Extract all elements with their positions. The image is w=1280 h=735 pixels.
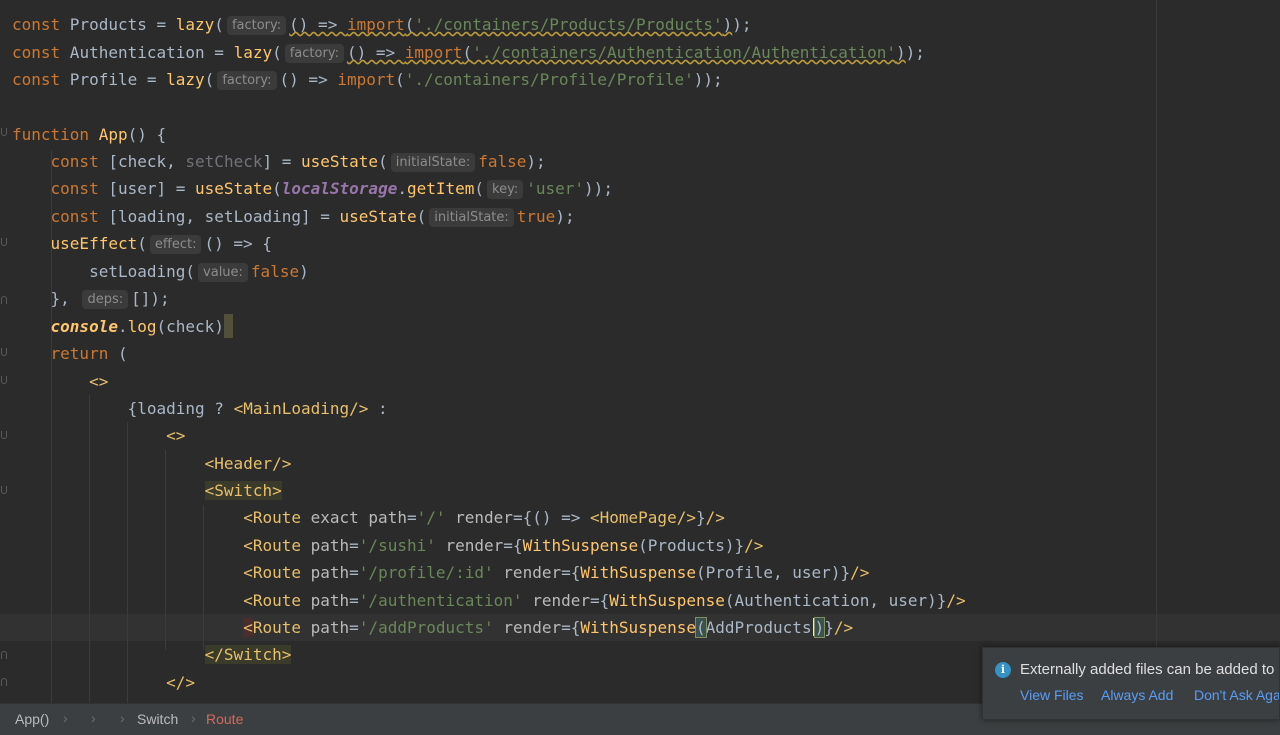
chevron-right-icon: › [91,710,96,726]
code-line[interactable]: const [loading, setLoading] = useState(i… [12,203,575,230]
param-hint: value: [198,263,248,282]
fold-marker-icon[interactable] [1,348,7,356]
param-hint: factory: [226,16,287,35]
code-line[interactable]: const Authentication = lazy(factory:() =… [12,39,925,66]
always-add-link[interactable]: Always Add [1101,687,1173,703]
code-line[interactable]: function App() { [12,121,166,148]
code-line[interactable]: <Header/> [12,450,292,477]
right-margin-guide [1156,0,1157,703]
param-hint: factory: [284,44,344,63]
breadcrumb-item-app[interactable]: App() [15,711,49,727]
fold-marker-icon[interactable] [1,376,7,384]
fold-gutter [0,0,12,703]
code-editor[interactable]: const Products = lazy(factory:() => impo… [0,0,1280,703]
code-line[interactable]: setLoading(value: false) [12,258,309,285]
param-hint: initialState: [429,208,514,227]
param-hint: initialState: [390,153,476,172]
view-files-link[interactable]: View Files [1020,687,1084,703]
param-hint: key: [487,180,524,199]
fold-marker-icon[interactable] [1,238,7,246]
fold-marker-icon[interactable] [1,128,7,136]
fold-marker-icon[interactable] [1,678,7,686]
fold-marker-icon[interactable] [1,486,7,494]
fold-marker-icon[interactable] [1,296,7,304]
param-hint: factory: [217,71,277,90]
chevron-right-icon: › [120,710,125,726]
code-line[interactable]: return ( [12,340,128,367]
code-line[interactable]: <Route path='/addProducts' render={WithS… [12,614,853,641]
breadcrumb-item-route[interactable]: Route [206,711,243,727]
code-line[interactable]: <Switch> [12,477,282,504]
code-line[interactable]: const Profile = lazy(factory:() => impor… [12,66,723,93]
fold-marker-icon[interactable] [1,431,7,439]
code-line[interactable]: <Route path='/profile/:id' render={WithS… [12,559,869,586]
git-notification-balloon[interactable]: i Externally added files can be added to… [982,647,1280,720]
notification-message: Externally added files can be added to G… [1020,661,1280,678]
code-line[interactable]: console.log(check) [12,313,233,340]
info-icon: i [995,662,1011,678]
fold-marker-icon[interactable] [1,651,7,659]
chevron-right-icon: › [191,710,196,726]
param-hint: effect: [149,235,202,254]
code-line[interactable]: <Route path='/sushi' render={WithSuspens… [12,532,763,559]
code-line[interactable]: {loading ? <MainLoading/> : [12,395,388,422]
param-hint: deps: [82,290,129,309]
code-line[interactable]: const [check, setCheck] = useState(initi… [12,148,546,175]
code-line[interactable]: <> [12,368,108,395]
code-line[interactable]: const [user] = useState(localStorage.get… [12,175,613,202]
code-line[interactable]: </Switch> [12,641,292,668]
code-line[interactable]: const Products = lazy(factory:() => impo… [12,11,752,38]
code-line[interactable]: <Route path='/authentication' render={Wi… [12,587,966,614]
chevron-right-icon: › [63,710,68,726]
block-caret [223,314,233,338]
dont-ask-again-link[interactable]: Don't Ask Again [1194,687,1279,703]
code-line[interactable]: }, deps: []); [12,285,170,312]
code-line[interactable]: </> [12,669,195,696]
code-line[interactable]: useEffect(effect:() => { [12,230,272,257]
code-line[interactable]: <> [12,422,185,449]
code-line[interactable]: <Route exact path='/' render={() => <Hom… [12,504,725,531]
breadcrumb-item-switch[interactable]: Switch [137,711,178,727]
